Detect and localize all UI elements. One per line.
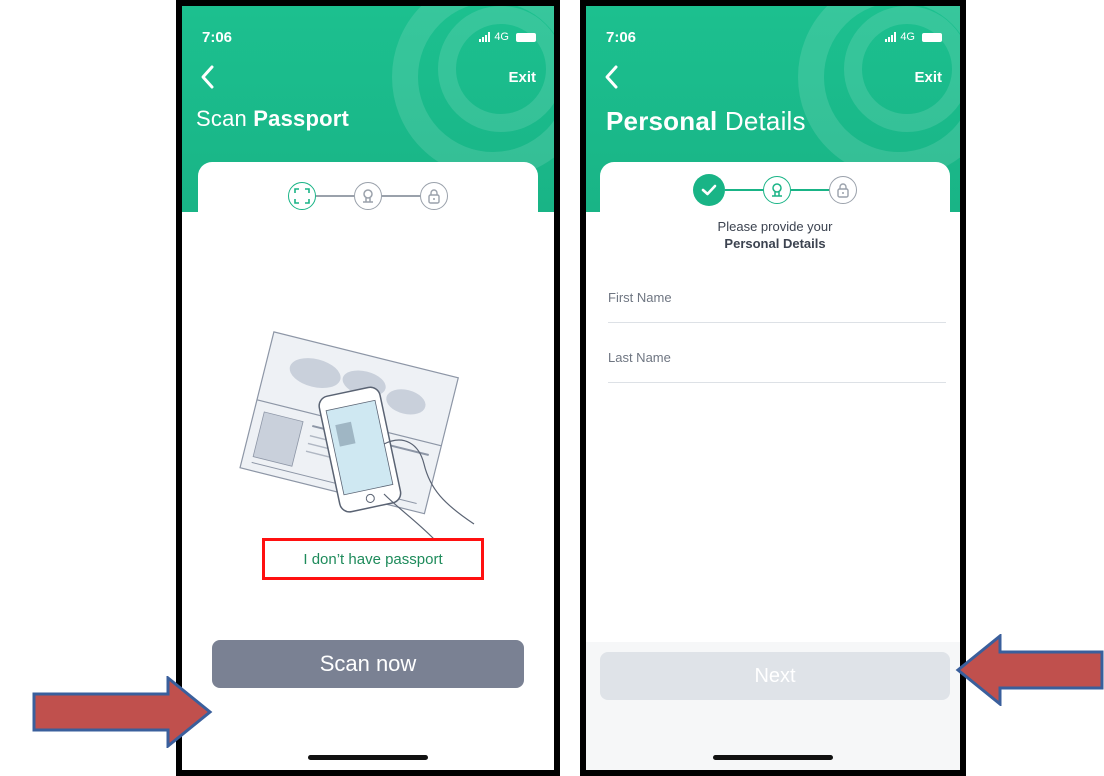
step-personal <box>763 176 791 204</box>
no-passport-label: I don’t have passport <box>303 550 443 568</box>
content-card: Scan now <box>198 162 538 770</box>
step-scan-complete <box>693 174 725 206</box>
step-scan <box>288 182 316 210</box>
step-security <box>420 182 448 210</box>
back-button[interactable] <box>196 62 220 92</box>
home-indicator <box>308 755 428 760</box>
last-name-input[interactable] <box>608 342 946 372</box>
no-passport-link[interactable]: I don’t have passport <box>262 538 484 580</box>
progress-stepper <box>198 182 538 210</box>
status-indicators: 4G <box>479 31 536 43</box>
decorative-ring <box>438 6 554 132</box>
first-name-field <box>608 282 946 323</box>
step-connector <box>725 189 763 191</box>
first-name-input[interactable] <box>608 282 946 312</box>
chevron-left-icon <box>201 65 214 89</box>
left-arrow-annotation <box>955 634 1104 706</box>
title-emphasis: Personal <box>606 106 718 136</box>
user-icon <box>363 189 373 203</box>
check-icon <box>701 184 717 196</box>
page-title: Scan Passport <box>196 106 349 132</box>
scan-now-button[interactable]: Scan now <box>212 640 524 688</box>
prompt-line2: Personal Details <box>724 236 826 251</box>
home-indicator <box>713 755 833 760</box>
title-suffix: Details <box>717 106 806 136</box>
step-connector <box>382 195 420 197</box>
exit-button[interactable]: Exit <box>914 69 942 86</box>
battery-icon <box>516 32 536 42</box>
exit-button[interactable]: Exit <box>508 69 536 86</box>
step-security <box>829 176 857 204</box>
phone-personal-details: 7:06 4G Exit Personal Details Please pro… <box>580 0 966 776</box>
decorative-ring <box>844 6 960 132</box>
status-indicators: 4G <box>885 31 942 43</box>
title-prefix: Scan <box>196 106 254 131</box>
battery-icon <box>922 32 942 42</box>
status-time: 7:06 <box>606 29 637 46</box>
network-label: 4G <box>494 31 509 43</box>
progress-stepper <box>600 174 950 206</box>
next-button[interactable]: Next <box>600 652 950 700</box>
step-connector <box>791 189 829 191</box>
lock-icon <box>837 183 849 198</box>
passport-scan-illustration <box>239 331 475 540</box>
title-emphasis: Passport <box>253 106 350 131</box>
back-button[interactable] <box>600 62 624 92</box>
right-arrow-annotation <box>32 676 213 748</box>
step-personal <box>354 182 382 210</box>
step-connector <box>316 195 354 197</box>
user-icon <box>772 183 782 197</box>
lock-icon <box>428 189 440 204</box>
signal-icon <box>885 32 897 42</box>
signal-icon <box>479 32 491 42</box>
page-title: Personal Details <box>606 106 806 137</box>
details-prompt: Please provide your Personal Details <box>600 218 950 252</box>
prompt-line1: Please provide your <box>717 219 833 234</box>
last-name-field <box>608 342 946 383</box>
chevron-left-icon <box>605 65 618 89</box>
network-label: 4G <box>900 31 915 43</box>
phone-scan-passport: 7:06 4G Exit Scan Passport Scan now I do… <box>176 0 560 776</box>
status-time: 7:06 <box>202 29 233 46</box>
scan-frame-icon <box>294 188 310 204</box>
